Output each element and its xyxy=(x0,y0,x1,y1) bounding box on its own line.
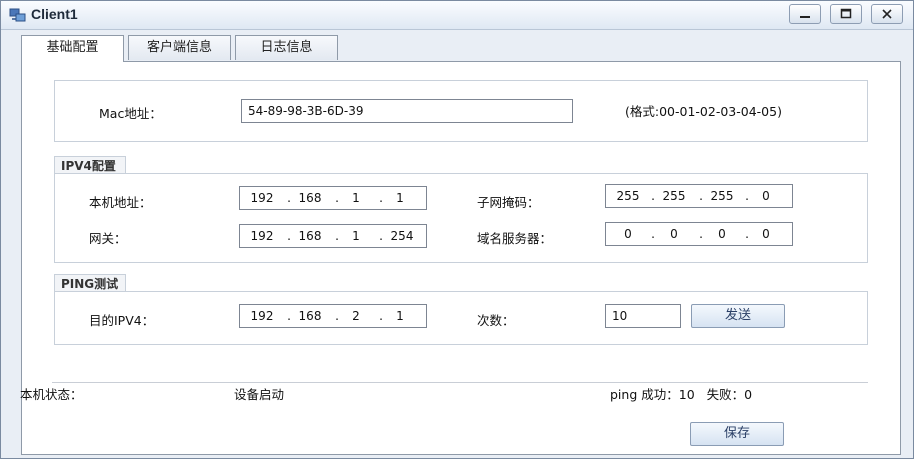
basic-config-panel: Mac地址： 54-89-98-3B-6D-39 (格式:00-01-02-03… xyxy=(20,61,901,455)
gateway-octet-2: 168 xyxy=(298,229,322,243)
client-app-icon xyxy=(9,8,26,22)
send-button[interactable]: 发送 xyxy=(691,304,785,328)
subnet-mask-octet-1: 255 xyxy=(616,189,640,203)
ipv4-group-title: IPV4配置 xyxy=(54,156,126,174)
dns-server-octet-1: 0 xyxy=(624,227,632,241)
dest-ipv4-octet-1: 192 xyxy=(250,309,274,323)
local-address-input[interactable]: 192 . 168 . 1 . 1 xyxy=(239,186,427,210)
dest-ipv4-octet-2: 168 xyxy=(298,309,322,323)
save-button[interactable]: 保存 xyxy=(690,422,784,446)
minimize-button[interactable] xyxy=(789,4,821,24)
local-address-octet-4: 1 xyxy=(396,191,404,205)
local-address-octet-3: 1 xyxy=(352,191,360,205)
dest-ipv4-label: 目的IPV4： xyxy=(89,313,155,328)
dest-ipv4-octet-4: 1 xyxy=(396,309,404,323)
title-bar[interactable]: Client1 xyxy=(1,1,913,30)
tab-basic-config[interactable]: 基础配置 xyxy=(21,35,124,62)
mac-value: 54-89-98-3B-6D-39 xyxy=(248,104,364,118)
ping-count-input[interactable]: 10 xyxy=(605,304,681,328)
close-icon xyxy=(882,9,892,19)
mac-label: Mac地址： xyxy=(99,106,162,121)
minimize-icon xyxy=(800,16,810,18)
close-button[interactable] xyxy=(871,4,903,24)
window-title: Client1 xyxy=(31,6,78,22)
mac-format-hint: (格式:00-01-02-03-04-05) xyxy=(625,104,782,119)
maximize-icon xyxy=(840,8,852,19)
gateway-octet-1: 192 xyxy=(250,229,274,243)
device-status-value: 设备启动 xyxy=(234,387,285,402)
dns-server-label: 域名服务器： xyxy=(477,231,553,246)
subnet-mask-octet-2: 255 xyxy=(662,189,686,203)
ping-group-title: PING测试 xyxy=(54,274,126,292)
dns-server-input[interactable]: 0 . 0 . 0 . 0 xyxy=(605,222,793,246)
subnet-mask-octet-4: 0 xyxy=(762,189,770,203)
gateway-label: 网关： xyxy=(89,231,127,246)
dns-server-octet-2: 0 xyxy=(670,227,678,241)
subnet-mask-label: 子网掩码： xyxy=(477,195,540,210)
tab-log-info[interactable]: 日志信息 xyxy=(235,35,338,60)
dest-ipv4-input[interactable]: 192 . 168 . 2 . 1 xyxy=(239,304,427,328)
dns-server-octet-4: 0 xyxy=(762,227,770,241)
mac-group: Mac地址： 54-89-98-3B-6D-39 (格式:00-01-02-03… xyxy=(54,80,868,142)
client-window: Client1 基础配置 客户端信息 日志信息 Mac地址： 54-89-98-… xyxy=(0,0,914,459)
ipv4-group: 本机地址： 192 . 168 . 1 . 1 子网掩码： 255 . 255 … xyxy=(54,173,868,263)
status-divider xyxy=(52,382,868,383)
local-address-label: 本机地址： xyxy=(89,195,152,210)
ping-result-text: ping 成功：10 失败：0 xyxy=(610,387,753,402)
local-address-octet-1: 192 xyxy=(250,191,274,205)
gateway-octet-4: 254 xyxy=(390,229,414,243)
ping-count-value: 10 xyxy=(612,309,628,323)
gateway-octet-3: 1 xyxy=(352,229,360,243)
mac-input[interactable]: 54-89-98-3B-6D-39 xyxy=(241,99,573,123)
ping-count-label: 次数： xyxy=(477,313,515,328)
device-status-label: 本机状态： xyxy=(20,387,83,402)
local-address-octet-2: 168 xyxy=(298,191,322,205)
dest-ipv4-octet-3: 2 xyxy=(352,309,360,323)
subnet-mask-octet-3: 255 xyxy=(710,189,734,203)
gateway-input[interactable]: 192 . 168 . 1 . 254 xyxy=(239,224,427,248)
dns-server-octet-3: 0 xyxy=(718,227,726,241)
tab-client-info[interactable]: 客户端信息 xyxy=(128,35,231,60)
subnet-mask-input[interactable]: 255 . 255 . 255 . 0 xyxy=(605,184,793,208)
ping-group: 目的IPV4： 192 . 168 . 2 . 1 次数： 10 发送 xyxy=(54,291,868,345)
maximize-button[interactable] xyxy=(830,4,862,24)
